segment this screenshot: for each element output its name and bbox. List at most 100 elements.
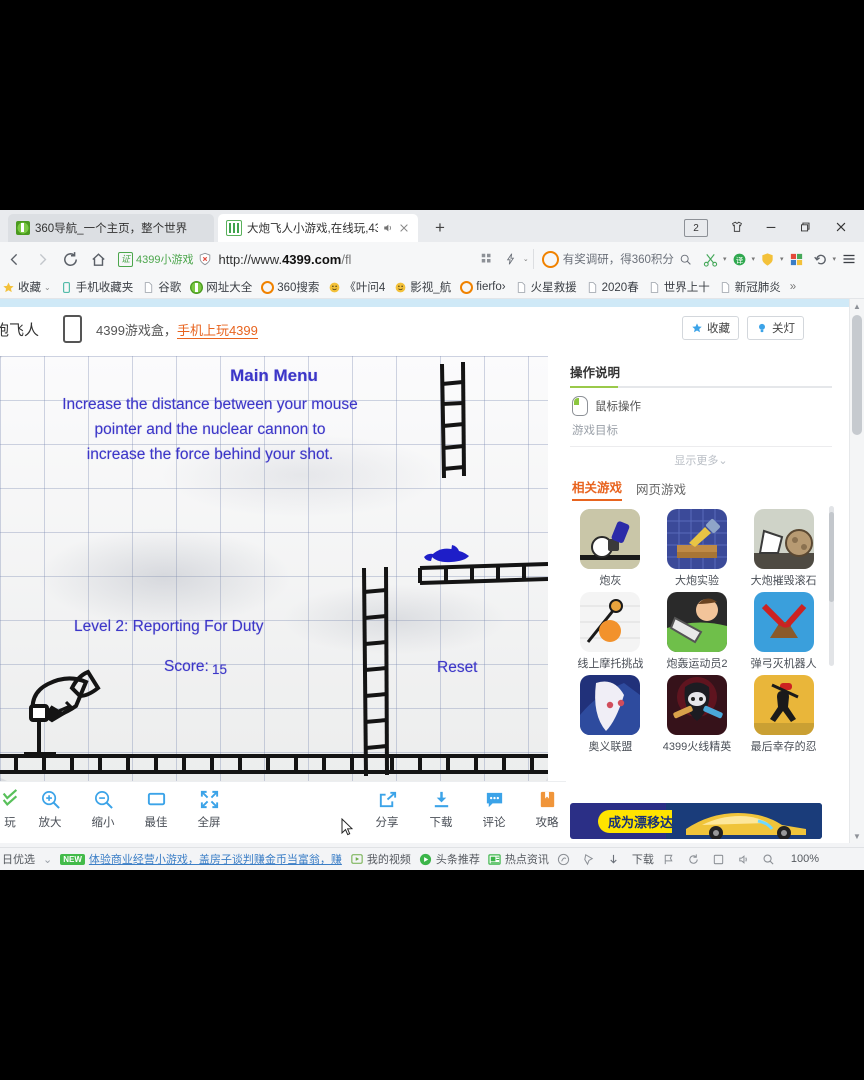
reload-button[interactable] [56,245,84,273]
bookmark-item-0[interactable]: 收藏 ⌄ [2,279,51,295]
toolbar-best-fit[interactable]: 最佳 [128,788,184,830]
status-sound-icon[interactable] [737,852,754,866]
toolbar-comment[interactable]: 评论 [466,788,522,830]
game-card-8[interactable]: 最后幸存的忍 [743,675,824,754]
game-card-4[interactable]: 炮轰运动员2 [657,592,738,671]
menu-icon[interactable] [838,246,860,272]
chevron-down-icon[interactable]: ⌄ [44,283,51,292]
status-window-icon[interactable] [712,852,729,866]
game-card-1[interactable]: 大炮实验 [657,509,738,588]
new-tab-button[interactable]: + [428,216,452,240]
chevron-down-icon[interactable]: ▾ [723,255,727,263]
close-icon[interactable] [398,222,410,234]
page-scrollbar[interactable]: ▲ ▼ [849,299,864,843]
apps-icon[interactable] [785,246,807,272]
forward-button[interactable] [28,245,56,273]
status-refresh-icon[interactable] [687,852,704,866]
tab-web-games[interactable]: 网页游戏 [636,479,686,501]
status-mute-icon[interactable] [557,852,574,866]
lightning-icon[interactable] [500,246,522,272]
star-icon [3,281,14,292]
address-bar[interactable]: 证 4399小游戏 http://www.4399.com/fl [118,247,472,271]
show-more-button[interactable]: 显示更多⌄ [570,446,832,469]
shield-icon[interactable] [198,252,212,266]
game-canvas[interactable]: Main Menu Increase the distance between … [0,356,548,781]
bookmark-item-3[interactable]: 网址大全 [190,279,252,295]
window-close-button[interactable] [826,214,856,240]
bookmark-item-7[interactable]: fierfo› [460,280,506,294]
chevron-down-icon[interactable]: ▾ [780,255,784,263]
home-button[interactable] [84,245,112,273]
nav-right-tools: ⌄ 有奖调研，得360积分 ▾ 译 ▾ ▾ ▾ [474,246,864,272]
toolbar-zoom-in[interactable]: 放大 [22,788,78,830]
app-promo[interactable]: 4399游戏盒，手机上玩4399 [96,320,258,339]
fit-screen-icon [146,788,167,810]
favorite-button[interactable]: 收藏 [682,316,739,340]
mouse-cursor [341,818,353,836]
bookmark-item-6[interactable]: 影视_航 [394,279,451,295]
search-box[interactable]: 有奖调研，得360积分 [532,249,692,269]
tab-related-games[interactable]: 相关游戏 [572,477,623,501]
sidebar-scrollbar[interactable] [829,506,834,666]
game-card-5[interactable]: 弹弓灭机器人 [743,592,824,671]
zoom-level-label[interactable]: 100% [791,853,819,865]
game-card-3[interactable]: 线上摩托挑战 [570,592,651,671]
apps-grid-icon[interactable] [476,246,498,272]
scrollbar-thumb[interactable] [852,315,862,435]
game-card-2[interactable]: 大炮摧毁滚石 [743,509,824,588]
skin-icon[interactable] [724,214,750,240]
status-download-label[interactable]: 下载 [632,851,654,867]
status-left-label[interactable]: 日优选 [2,851,35,867]
status-chevron[interactable]: ⌄ [43,853,52,866]
bookmark-item-1[interactable]: 手机收藏夹 [60,279,133,295]
scroll-up-button[interactable]: ▲ [850,299,864,313]
lights-off-button[interactable]: 关灯 [747,316,804,340]
game-thumbnail [580,675,641,735]
scroll-down-button[interactable]: ▼ [850,829,864,843]
bookmark-item-4[interactable]: 360搜索 [261,279,319,295]
status-item-my-video[interactable]: 我的视频 [350,851,411,867]
game-card-6[interactable]: 奥义联盟 [570,675,651,754]
chevron-down-icon[interactable]: ▾ [751,255,755,263]
status-item-toutiao[interactable]: 头条推荐 [419,851,480,867]
status-search-icon[interactable] [762,852,779,866]
status-flag-icon[interactable] [662,852,679,866]
search-icon[interactable] [679,253,692,266]
game-thumbnail [666,509,727,569]
ad-banner[interactable]: 成为漂移达人 [570,803,822,839]
status-item-news[interactable]: 热点资讯 [488,851,549,867]
game-card-0[interactable]: 炮灰 [570,509,651,588]
toolbar-download[interactable]: 下载 [413,788,469,830]
bookmark-item-10[interactable]: 世界上十 [648,279,710,295]
chevron-down-icon[interactable]: ▾ [832,255,836,263]
bookmark-label: 火星救援 [530,282,577,294]
bookmark-overflow-button[interactable]: » [790,281,796,293]
maximize-button[interactable] [790,214,820,240]
browser-tab-1[interactable]: 大炮飞人小游戏,在线玩,4399 [218,214,418,242]
bookmark-item-9[interactable]: 2020春 [586,279,639,295]
toolbar-share[interactable]: 分享 [359,788,415,830]
bookmark-item-5[interactable]: 《叶问4 [328,279,385,295]
status-pin-icon[interactable] [582,852,599,866]
bookmark-item-2[interactable]: 谷歌 [142,279,181,295]
app-promo-link[interactable]: 手机上玩4399 [176,322,258,339]
chevron-down-icon[interactable]: ⌄ [523,255,529,263]
status-promo[interactable]: NEW 体验商业经营小游戏，盖房子谈判赚金币当富翁，赚 [60,851,342,867]
shield-guard-icon[interactable] [757,246,779,272]
scissors-icon[interactable] [700,246,722,272]
browser-tab-0[interactable]: 360导航_一个主页，整个世界 [8,214,214,242]
toolbar-fullscreen[interactable]: 全屏 [181,788,237,830]
bookmark-item-8[interactable]: 火星救援 [515,279,577,295]
tab-count-badge[interactable]: 2 [684,219,708,237]
toolbar-label: 放大 [38,817,62,829]
360-icon [16,221,30,235]
back-button[interactable] [0,245,28,273]
translate-icon[interactable]: 译 [728,246,750,272]
bookmark-item-11[interactable]: 新冠肺炎 [719,279,781,295]
minimize-button[interactable] [756,214,786,240]
status-download-arrow-icon[interactable] [607,852,624,866]
speaker-icon[interactable] [382,222,394,234]
game-card-7[interactable]: 4399火线精英 [657,675,738,754]
toolbar-zoom-out[interactable]: 缩小 [75,788,131,830]
undo-icon[interactable] [809,246,831,272]
